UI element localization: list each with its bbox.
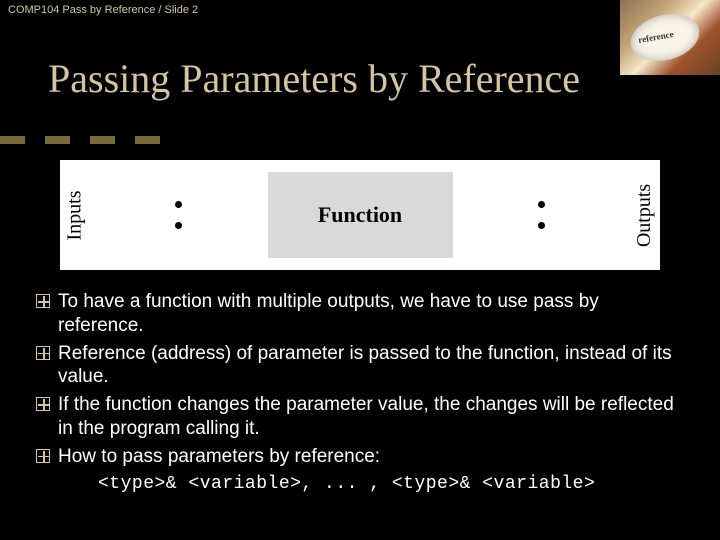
list-item: If the function changes the parameter va… xyxy=(36,393,684,441)
function-box: Function xyxy=(268,172,453,258)
bullet-list: To have a function with multiple outputs… xyxy=(36,290,684,494)
bullet-text: How to pass parameters by reference: xyxy=(58,445,380,469)
bullet-text: To have a function with multiple outputs… xyxy=(58,290,684,338)
bullet-icon xyxy=(36,397,50,411)
bullet-icon xyxy=(36,346,50,360)
code-syntax: <type>& <variable>, ... , <type>& <varia… xyxy=(98,474,684,494)
list-item: To have a function with multiple outputs… xyxy=(36,290,684,338)
diagram-left-dots xyxy=(90,160,268,270)
list-item: How to pass parameters by reference: xyxy=(36,445,684,469)
accent-bar xyxy=(0,136,720,144)
diagram-right-dots xyxy=(453,160,631,270)
bullet-icon xyxy=(36,294,50,308)
bullet-text: If the function changes the parameter va… xyxy=(58,393,684,441)
outputs-label: Outputs xyxy=(630,160,660,270)
bullet-icon xyxy=(36,449,50,463)
breadcrumb-text: COMP104 Pass by Reference / Slide 2 xyxy=(8,4,198,16)
function-diagram: Inputs Function Outputs xyxy=(60,160,660,270)
decorative-book-image xyxy=(620,0,720,75)
bullet-text: Reference (address) of parameter is pass… xyxy=(58,342,684,390)
list-item: Reference (address) of parameter is pass… xyxy=(36,342,684,390)
inputs-label: Inputs xyxy=(60,160,90,270)
page-title: Passing Parameters by Reference xyxy=(0,20,720,102)
breadcrumb: COMP104 Pass by Reference / Slide 2 xyxy=(0,0,720,20)
